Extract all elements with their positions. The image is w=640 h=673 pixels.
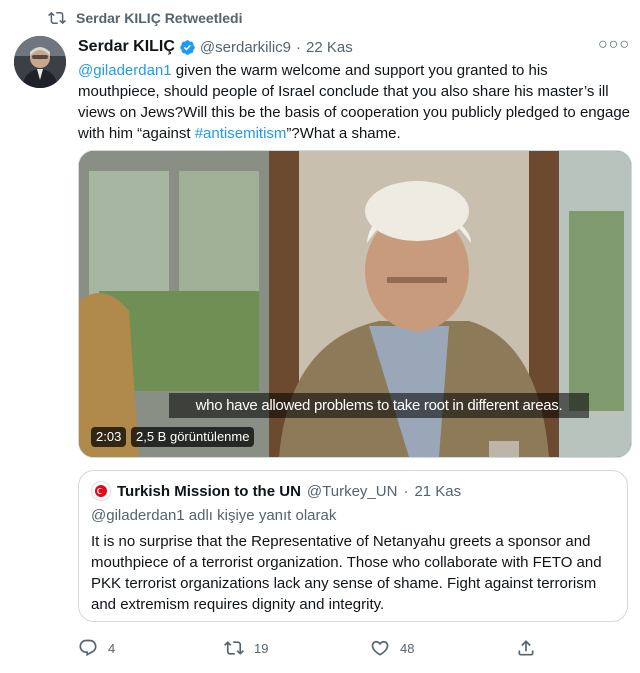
- verified-badge-icon: [180, 39, 195, 55]
- quoted-reply-context: @giladerdan1 adlı kişiye yanıt olarak: [91, 507, 337, 524]
- quoted-author-name[interactable]: Turkish Mission to the UN: [117, 483, 301, 500]
- video-duration: 2:03: [91, 427, 127, 447]
- tweet-actions: 4 19 48: [78, 636, 548, 660]
- quoted-tweet-text: It is no surprise that the Representativ…: [91, 533, 602, 613]
- quoted-tweet-header: Turkish Mission to the UN @Turkey_UN · 2…: [91, 481, 461, 501]
- hashtag-link[interactable]: #antisemitism: [195, 125, 287, 142]
- retweet-context: Serdar KILIÇ Retweetledi: [48, 8, 243, 28]
- tweet-header: Serdar KILIÇ @serdarkilic9 · 22 Kas ○○○: [78, 36, 630, 58]
- retweet-icon: [48, 11, 66, 25]
- tweet-text: @giladerdan1 given the warm welcome and …: [78, 60, 630, 144]
- quoted-date[interactable]: 21 Kas: [414, 483, 461, 500]
- share-icon: [518, 640, 534, 656]
- like-count: 48: [400, 640, 415, 656]
- more-options-icon[interactable]: ○○○: [598, 36, 630, 54]
- quoted-separator: ·: [403, 482, 409, 500]
- mention-link[interactable]: @giladerdan1: [78, 62, 172, 79]
- retweet-button[interactable]: 19: [224, 638, 268, 658]
- heart-icon: [371, 640, 389, 656]
- share-button[interactable]: [516, 638, 536, 658]
- author-avatar[interactable]: [14, 36, 66, 88]
- video-view-count: 2,5 B görüntülenme: [131, 427, 255, 447]
- tweet-date[interactable]: 22 Kas: [306, 39, 353, 56]
- video-player[interactable]: who have allowed problems to take root i…: [78, 150, 632, 458]
- retweet-context-label: Serdar KILIÇ Retweetledi: [76, 10, 243, 26]
- reply-icon: [79, 639, 97, 657]
- reply-count: 4: [108, 640, 116, 656]
- retweet-count: 19: [254, 640, 269, 656]
- quoted-author-handle[interactable]: @Turkey_UN: [307, 483, 398, 500]
- like-button[interactable]: 48: [370, 638, 414, 658]
- author-handle[interactable]: @serdarkilic9: [200, 39, 291, 56]
- turkey-flag-avatar-icon[interactable]: [91, 481, 111, 501]
- header-separator: ·: [296, 38, 302, 56]
- reply-button[interactable]: 4: [78, 638, 115, 658]
- retweet-action-icon: [224, 641, 244, 655]
- video-subtitle: who have allowed problems to take root i…: [169, 393, 589, 418]
- author-name[interactable]: Serdar KILIÇ: [78, 38, 175, 56]
- quoted-tweet[interactable]: Turkish Mission to the UN @Turkey_UN · 2…: [78, 470, 628, 622]
- tweet-text-part2: ”?What a shame.: [286, 125, 401, 142]
